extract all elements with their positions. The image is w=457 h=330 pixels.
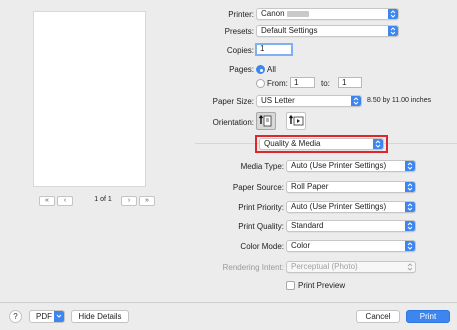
portrait-icon — [258, 114, 272, 127]
print-quality-value: Standard — [291, 221, 324, 230]
printer-select[interactable]: Canon — [256, 8, 399, 20]
chevron-updown-icon — [351, 96, 361, 106]
paper-size-label: Paper Size: — [212, 97, 254, 106]
print-preview-checkbox[interactable] — [286, 281, 295, 290]
help-button[interactable]: ? — [9, 310, 22, 323]
pages-all-label: All — [267, 65, 276, 74]
paper-source-label: Paper Source: — [232, 183, 284, 192]
previous-page-button[interactable]: ‹ — [57, 196, 73, 206]
orientation-label: Orientation: — [212, 118, 254, 127]
copies-field[interactable]: 1 — [255, 43, 293, 56]
print-quality-select[interactable]: Standard — [286, 220, 416, 232]
chevron-updown-icon — [405, 202, 415, 212]
print-priority-select[interactable]: Auto (Use Printer Settings) — [286, 201, 416, 213]
hide-details-button[interactable]: Hide Details — [71, 310, 129, 323]
pages-from-label: From: — [267, 79, 288, 88]
redacted-printer-model — [286, 10, 309, 17]
rendering-intent-label: Rendering Intent: — [222, 263, 284, 272]
pages-to-label: to: — [321, 79, 330, 88]
presets-label: Presets: — [224, 27, 254, 36]
chevron-updown-icon — [405, 182, 415, 192]
chevron-updown-icon — [373, 139, 383, 149]
paper-source-value: Roll Paper — [291, 182, 329, 191]
copies-label: Copies: — [226, 46, 254, 55]
color-mode-select[interactable]: Color — [286, 240, 416, 252]
color-mode-value: Color — [291, 241, 311, 250]
page-preview — [33, 11, 146, 187]
chevron-updown-icon — [405, 161, 415, 171]
next-page-button[interactable]: › — [121, 196, 137, 206]
pages-range-radio[interactable] — [256, 79, 265, 88]
footer-divider — [0, 302, 457, 303]
chevron-updown-icon — [388, 9, 398, 19]
landscape-orientation-button[interactable] — [286, 112, 306, 130]
last-page-button[interactable]: » — [139, 196, 155, 206]
media-type-value: Auto (Use Printer Settings) — [291, 161, 387, 170]
printer-value: Canon — [261, 9, 285, 18]
panel-menu-select[interactable]: Quality & Media — [259, 138, 384, 150]
paper-dimensions: 8.50 by 11.00 inches — [367, 97, 432, 104]
paper-source-select[interactable]: Roll Paper — [286, 181, 416, 193]
print-priority-label: Print Priority: — [238, 203, 284, 212]
pdf-label: PDF — [36, 312, 52, 321]
chevron-updown-icon — [405, 262, 415, 272]
pages-all-radio[interactable] — [256, 65, 265, 74]
color-mode-label: Color Mode: — [240, 242, 284, 251]
chevron-updown-icon — [405, 241, 415, 251]
print-quality-label: Print Quality: — [238, 222, 284, 231]
pdf-menu-button[interactable]: PDF — [29, 310, 65, 323]
chevron-down-icon — [54, 311, 64, 322]
landscape-icon — [288, 114, 304, 126]
paper-size-select[interactable]: US Letter — [256, 95, 362, 107]
chevron-updown-icon — [388, 26, 398, 36]
paper-size-value: US Letter — [261, 96, 295, 105]
pages-label: Pages: — [229, 65, 254, 74]
pages-to-field[interactable]: 1 — [338, 77, 362, 88]
chevron-updown-icon — [405, 221, 415, 231]
printer-label: Printer: — [228, 10, 254, 19]
print-priority-value: Auto (Use Printer Settings) — [291, 202, 387, 211]
presets-value: Default Settings — [261, 26, 318, 35]
print-preview-label: Print Preview — [298, 281, 346, 290]
cancel-button[interactable]: Cancel — [356, 310, 400, 323]
portrait-orientation-button[interactable] — [256, 112, 276, 130]
print-button[interactable]: Print — [406, 310, 450, 323]
rendering-intent-select: Perceptual (Photo) — [286, 261, 416, 273]
pages-from-field[interactable]: 1 — [290, 77, 315, 88]
media-type-label: Media Type: — [240, 162, 284, 171]
presets-select[interactable]: Default Settings — [256, 25, 399, 37]
panel-menu-value: Quality & Media — [264, 139, 321, 148]
first-page-button[interactable]: « — [39, 196, 55, 206]
media-type-select[interactable]: Auto (Use Printer Settings) — [286, 160, 416, 172]
page-indicator: 1 of 1 — [94, 196, 112, 203]
rendering-intent-value: Perceptual (Photo) — [291, 262, 358, 271]
